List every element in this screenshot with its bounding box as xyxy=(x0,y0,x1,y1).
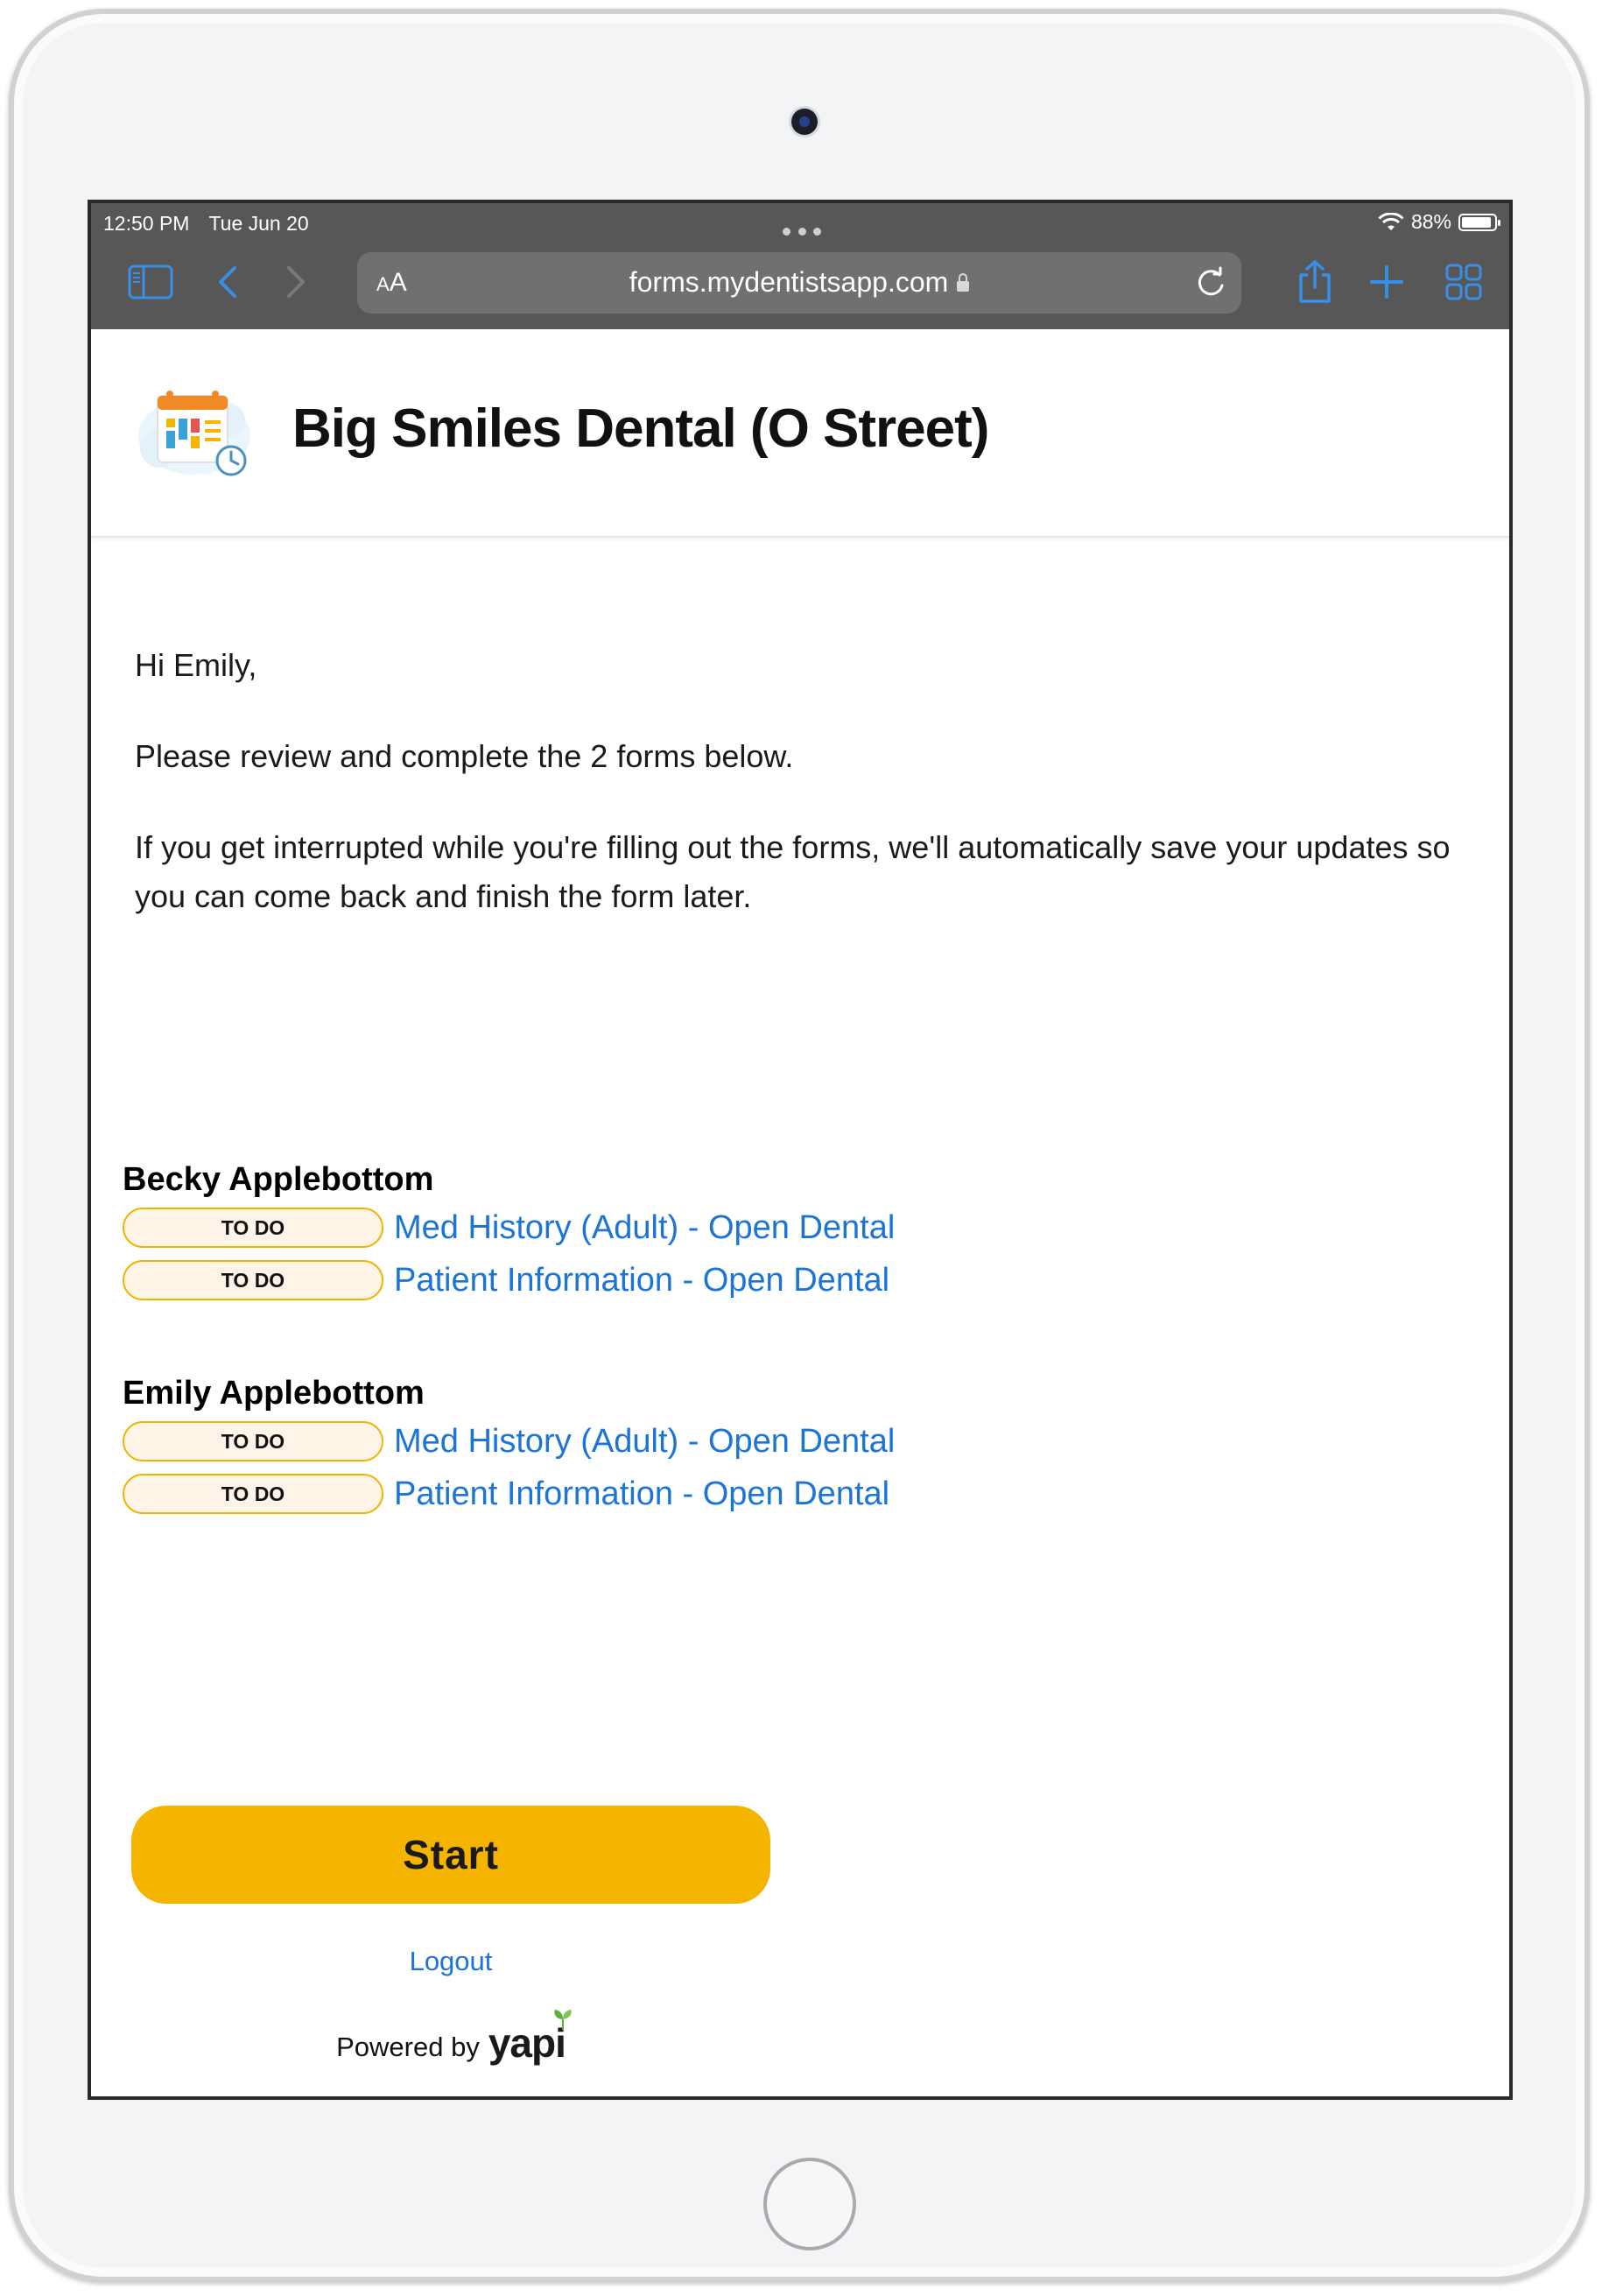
start-button[interactable]: Start xyxy=(131,1806,770,1904)
reload-icon[interactable] xyxy=(1192,264,1229,301)
logout-link[interactable]: Logout xyxy=(131,1946,770,1977)
autosave-note: If you get interrupted while you're fill… xyxy=(135,829,1451,914)
battery-percent: 88% xyxy=(1410,210,1451,233)
url-text: forms.mydentistsapp.com xyxy=(629,266,949,298)
status-clock: 12:50 PM xyxy=(103,212,190,235)
status-right: 88% xyxy=(1378,210,1500,234)
multitasking-dots[interactable] xyxy=(783,228,821,236)
status-badge: TO DO xyxy=(123,1208,383,1248)
patient-section: Becky Applebottom TO DO Med History (Adu… xyxy=(123,1158,1348,1306)
form-link[interactable]: Med History (Adult) - Open Dental xyxy=(394,1423,895,1461)
patient-section: Emily Applebottom TO DO Med History (Adu… xyxy=(123,1371,1348,1520)
sidebar-icon[interactable] xyxy=(126,257,175,306)
form-link[interactable]: Med History (Adult) - Open Dental xyxy=(394,1209,895,1247)
powered-by-footer: Powered by yapi xyxy=(131,2010,770,2063)
form-link[interactable]: Patient Information - Open Dental xyxy=(394,1475,889,1513)
form-row: TO DO Patient Information - Open Dental xyxy=(123,1468,1348,1520)
url-field[interactable]: forms.mydentistsapp.com xyxy=(357,266,1241,299)
status-time: 12:50 PM Tue Jun 20 xyxy=(103,212,328,236)
intro-section: Hi Emily, Please review and complete the… xyxy=(135,641,1465,963)
address-bar[interactable]: AA forms.mydentistsapp.com xyxy=(357,252,1241,313)
home-button[interactable] xyxy=(763,2158,856,2250)
status-badge: TO DO xyxy=(123,1474,383,1514)
patient-name: Emily Applebottom xyxy=(123,1375,425,1412)
yapi-logo: yapi xyxy=(488,2010,572,2063)
screen: 12:50 PM Tue Jun 20 88% AA forms.mydenti… xyxy=(88,200,1513,2100)
lock-icon xyxy=(957,273,970,292)
leaf-icon xyxy=(554,2010,572,2030)
tabs-icon[interactable] xyxy=(1439,257,1488,306)
new-tab-icon[interactable] xyxy=(1362,257,1411,306)
status-badge: TO DO xyxy=(123,1260,383,1300)
patient-name: Becky Applebottom xyxy=(123,1161,434,1198)
form-row: TO DO Patient Information - Open Dental xyxy=(123,1254,1348,1306)
clinic-name: Big Smiles Dental (O Street) xyxy=(292,398,989,459)
forward-icon[interactable] xyxy=(271,257,320,306)
form-link[interactable]: Patient Information - Open Dental xyxy=(394,1262,889,1299)
camera xyxy=(791,109,818,135)
browser-chrome: 12:50 PM Tue Jun 20 88% AA forms.mydenti… xyxy=(91,203,1509,329)
greeting: Hi Emily, xyxy=(135,647,257,683)
form-row: TO DO Med History (Adult) - Open Dental xyxy=(123,1415,1348,1468)
calendar-logo-icon xyxy=(138,391,250,476)
form-row: TO DO Med History (Adult) - Open Dental xyxy=(123,1201,1348,1254)
app-header: Big Smiles Dental (O Street) xyxy=(91,329,1509,538)
back-icon[interactable] xyxy=(203,257,252,306)
share-icon[interactable] xyxy=(1290,257,1339,306)
status-date: Tue Jun 20 xyxy=(208,212,309,235)
powered-by-label: Powered by xyxy=(336,2032,480,2062)
wifi-icon xyxy=(1378,212,1404,230)
status-badge: TO DO xyxy=(123,1421,383,1461)
instructions: Please review and complete the 2 forms b… xyxy=(135,738,794,774)
battery-icon xyxy=(1458,213,1500,231)
